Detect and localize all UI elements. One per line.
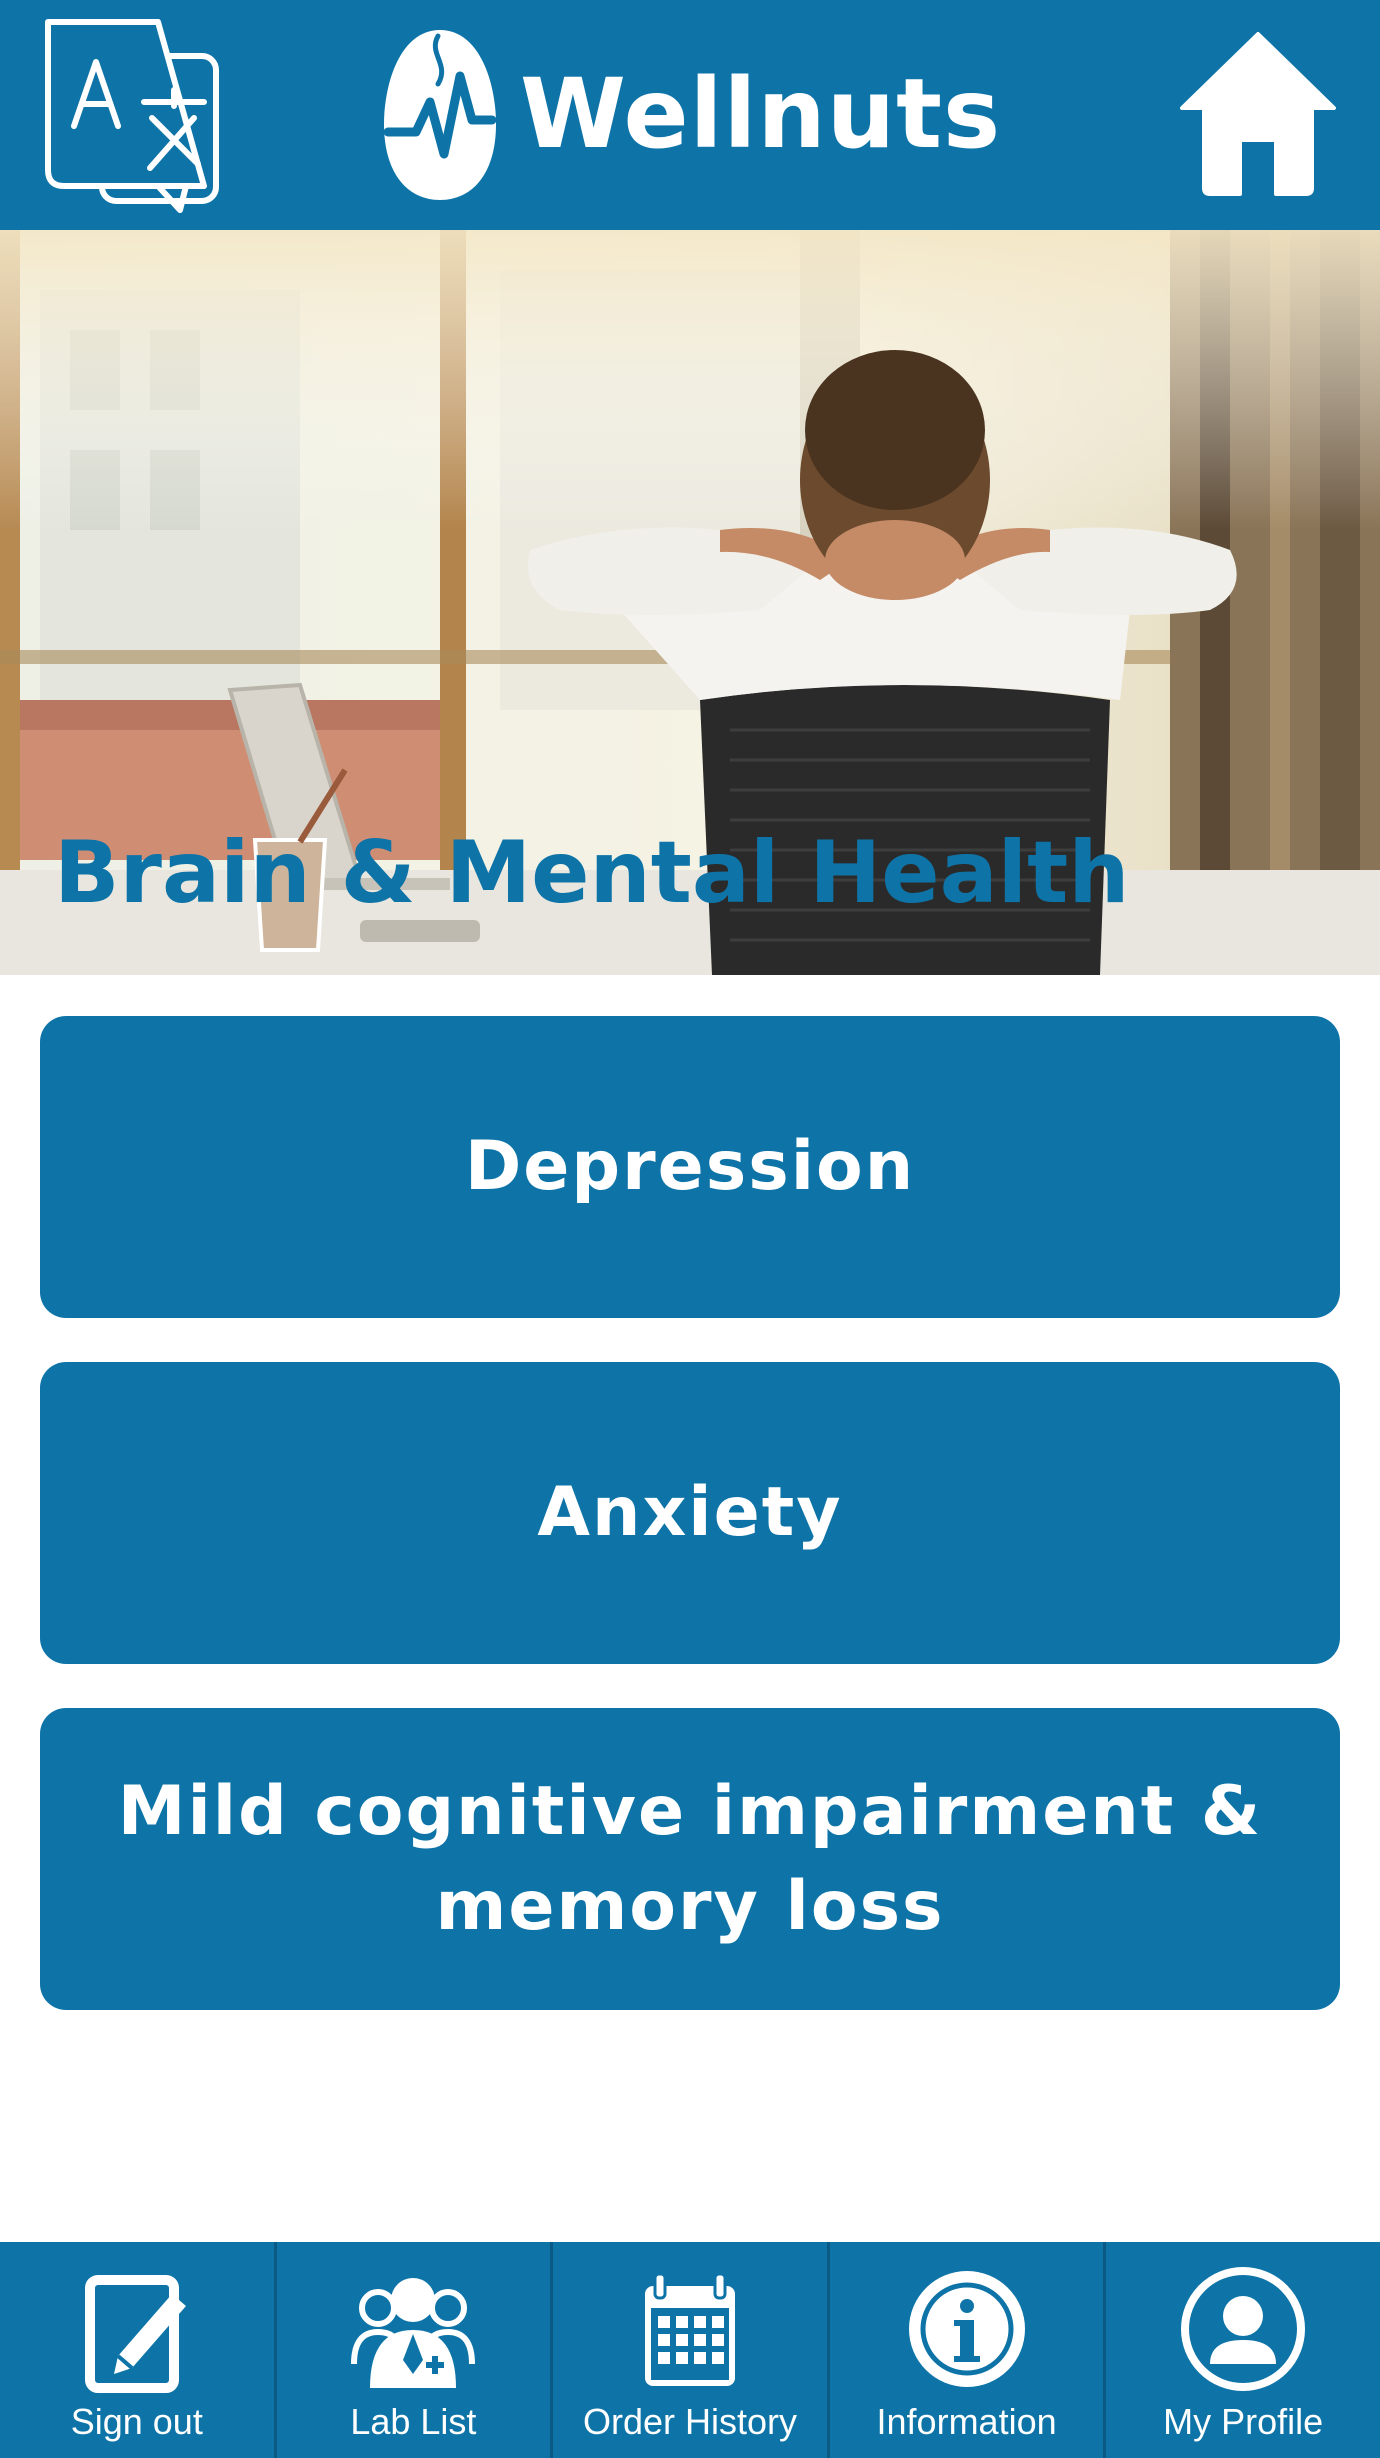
edit-note-icon [84, 2275, 186, 2393]
nav-item-information[interactable]: Information [826, 2242, 1104, 2458]
nav-item-sign-out[interactable]: Sign out [0, 2242, 274, 2458]
nav-label: Lab List [350, 2401, 477, 2442]
nav-item-lab-list[interactable]: Lab List [273, 2242, 551, 2458]
bottom-navigation: Sign out Lab List Order History Informat… [0, 2242, 1380, 2458]
page-title: Brain & Mental Health [54, 823, 1130, 923]
hero-banner: Brain & Mental Health [0, 230, 1380, 975]
user-profile-icon [1181, 2267, 1306, 2391]
nav-label: My Profile [1163, 2401, 1324, 2442]
topic-button-cognitive-impairment[interactable]: Mild cognitive impairment & memory loss [40, 1708, 1340, 2010]
wellnuts-logo [383, 30, 497, 200]
translate-icon[interactable] [34, 14, 234, 214]
nav-label: Sign out [70, 2401, 203, 2442]
nav-item-order-history[interactable]: Order History [550, 2242, 827, 2458]
nav-label: Information [876, 2401, 1057, 2442]
topic-button-depression[interactable]: Depression [40, 1016, 1340, 1318]
topic-button-anxiety[interactable]: Anxiety [40, 1362, 1340, 1664]
info-icon [908, 2271, 1025, 2387]
doctors-group-icon [351, 2278, 476, 2388]
nav-label: Order History [582, 2401, 797, 2442]
nav-item-my-profile[interactable]: My Profile [1103, 2242, 1380, 2458]
calendar-icon [644, 2272, 735, 2386]
app-name: Wellnuts [520, 58, 1002, 170]
app-header: Wellnuts [0, 0, 1380, 230]
home-icon[interactable] [1178, 28, 1338, 198]
brand: Wellnuts [380, 24, 1001, 204]
